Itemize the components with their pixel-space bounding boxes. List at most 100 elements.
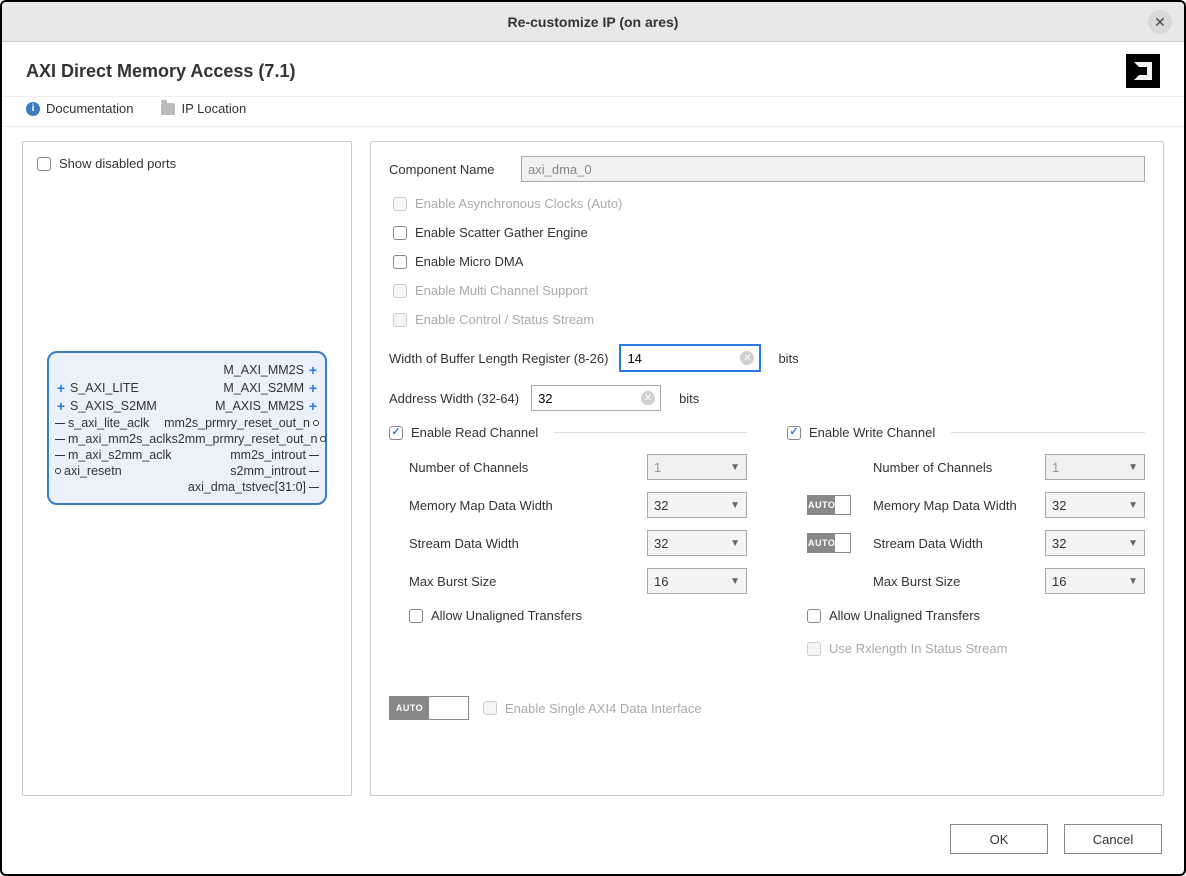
enable-sg-checkbox[interactable]: Enable Scatter Gather Engine xyxy=(393,225,1145,240)
write-allow-unaligned-checkbox[interactable]: Allow Unaligned Transfers xyxy=(807,608,1145,623)
plus-icon: + xyxy=(307,398,319,414)
body-row: Show disabled ports M_AXI_MM2S+ +S_AXI_L… xyxy=(2,127,1184,810)
close-icon: ✕ xyxy=(1154,14,1166,31)
port-axi-resetn: axi_resetn xyxy=(64,464,122,478)
port-dot-icon xyxy=(313,420,319,426)
show-disabled-ports-label: Show disabled ports xyxy=(59,156,176,171)
documentation-link[interactable]: i Documentation xyxy=(26,101,133,116)
read-stream-width-select[interactable]: 32▼ xyxy=(647,530,747,556)
cancel-button[interactable]: Cancel xyxy=(1064,824,1162,854)
port-s2mm-introut: s2mm_introut xyxy=(230,464,306,478)
links-row: i Documentation IP Location xyxy=(2,96,1184,127)
enable-write-channel-checkbox[interactable]: Enable Write Channel xyxy=(787,425,935,440)
enable-read-channel-checkbox[interactable]: Enable Read Channel xyxy=(389,425,538,440)
write-channel-fieldset: Enable Write Channel Number of Channels … xyxy=(787,425,1145,656)
folder-icon xyxy=(161,103,175,115)
port-m-axis-mm2s: M_AXIS_MM2S xyxy=(215,399,304,413)
checkbox-icon xyxy=(483,701,497,715)
enable-ctrl-status-checkbox: Enable Control / Status Stream xyxy=(393,312,1145,327)
clear-icon[interactable]: ✕ xyxy=(641,391,655,405)
enable-async-clocks-label: Enable Asynchronous Clocks (Auto) xyxy=(415,196,622,211)
write-stream-width-select[interactable]: 32▼ xyxy=(1045,530,1145,556)
auto-toggle[interactable]: AUTO xyxy=(807,495,851,515)
checkbox-checked-icon xyxy=(389,426,403,440)
write-mm-width-select[interactable]: 32▼ xyxy=(1045,492,1145,518)
chevron-down-icon: ▼ xyxy=(1128,538,1138,549)
page-title: AXI Direct Memory Access (7.1) xyxy=(26,61,295,82)
checkbox-icon xyxy=(393,255,407,269)
component-name-row: Component Name xyxy=(389,156,1145,182)
write-num-channels-select[interactable]: 1▼ xyxy=(1045,454,1145,480)
checkbox-checked-icon xyxy=(787,426,801,440)
read-burst-select[interactable]: 16▼ xyxy=(647,568,747,594)
address-width-row: Address Width (32-64) ✕ bits xyxy=(389,385,1145,411)
channels-row: Enable Read Channel Number of Channels 1… xyxy=(389,425,1145,666)
buffer-length-input[interactable] xyxy=(620,345,760,371)
write-burst-label: Max Burst Size xyxy=(873,574,1027,589)
component-name-input[interactable] xyxy=(521,156,1145,182)
auto-toggle[interactable]: AUTO xyxy=(807,533,851,553)
port-dash-icon xyxy=(55,439,65,440)
port-m-axi-s2mm: M_AXI_S2MM xyxy=(223,381,304,395)
port-dash-icon xyxy=(55,423,65,424)
info-icon: i xyxy=(26,102,40,116)
read-burst-label: Max Burst Size xyxy=(409,574,629,589)
port-dash-icon xyxy=(309,455,319,456)
read-channel-fieldset: Enable Read Channel Number of Channels 1… xyxy=(389,425,747,656)
options-column: Enable Asynchronous Clocks (Auto) Enable… xyxy=(393,196,1145,327)
ip-block-diagram: M_AXI_MM2S+ +S_AXI_LITE M_AXI_S2MM+ +S_A… xyxy=(47,351,327,505)
ip-location-link[interactable]: IP Location xyxy=(161,101,246,116)
enable-async-clocks-checkbox: Enable Asynchronous Clocks (Auto) xyxy=(393,196,1145,211)
enable-micro-dma-checkbox[interactable]: Enable Micro DMA xyxy=(393,254,1145,269)
block-diagram-panel: Show disabled ports M_AXI_MM2S+ +S_AXI_L… xyxy=(22,141,352,796)
checkbox-icon xyxy=(393,284,407,298)
port-s2mm-prmry-reset: s2mm_prmry_reset_out_n xyxy=(172,432,318,446)
read-mm-width-select[interactable]: 32▼ xyxy=(647,492,747,518)
bits-unit: bits xyxy=(778,351,798,366)
clear-icon[interactable]: ✕ xyxy=(740,351,754,365)
checkbox-icon xyxy=(393,226,407,240)
read-num-channels-select[interactable]: 1▼ xyxy=(647,454,747,480)
close-button[interactable]: ✕ xyxy=(1148,10,1172,34)
port-dash-icon xyxy=(309,471,319,472)
plus-icon: + xyxy=(55,380,67,396)
read-num-channels-label: Number of Channels xyxy=(409,460,629,475)
enable-sg-label: Enable Scatter Gather Engine xyxy=(415,225,588,240)
header-row: AXI Direct Memory Access (7.1) xyxy=(2,42,1184,96)
enable-single-axi4-label: Enable Single AXI4 Data Interface xyxy=(505,701,702,716)
port-mm2s-introut: mm2s_introut xyxy=(230,448,306,462)
show-disabled-ports-checkbox[interactable]: Show disabled ports xyxy=(37,156,337,171)
write-num-channels-label: Number of Channels xyxy=(873,460,1027,475)
single-axi4-row: AUTO Enable Single AXI4 Data Interface xyxy=(389,696,1145,720)
use-rxlength-checkbox: Use Rxlength In Status Stream xyxy=(807,641,1145,656)
enable-write-channel-label: Enable Write Channel xyxy=(809,425,935,440)
port-m-axi-s2mm-aclk: m_axi_s2mm_aclk xyxy=(68,448,172,462)
read-stream-width-label: Stream Data Width xyxy=(409,536,629,551)
write-stream-width-label: Stream Data Width xyxy=(873,536,1027,551)
port-m-axi-mm2s-aclk: m_axi_mm2s_aclk xyxy=(68,432,172,446)
ok-button[interactable]: OK xyxy=(950,824,1048,854)
checkbox-icon xyxy=(807,609,821,623)
dialog-footer: OK Cancel xyxy=(2,810,1184,874)
port-m-axi-mm2s: M_AXI_MM2S xyxy=(223,363,304,377)
read-allow-unaligned-checkbox[interactable]: Allow Unaligned Transfers xyxy=(409,608,747,623)
enable-single-axi4-checkbox: Enable Single AXI4 Data Interface xyxy=(483,701,702,716)
ip-location-label: IP Location xyxy=(181,101,246,116)
bits-unit: bits xyxy=(679,391,699,406)
auto-toggle[interactable]: AUTO xyxy=(389,696,469,720)
chevron-down-icon: ▼ xyxy=(730,462,740,473)
read-mm-width-label: Memory Map Data Width xyxy=(409,498,629,513)
port-s-axis-s2mm: S_AXIS_S2MM xyxy=(70,399,157,413)
ip-block[interactable]: M_AXI_MM2S+ +S_AXI_LITE M_AXI_S2MM+ +S_A… xyxy=(47,351,327,505)
write-burst-select[interactable]: 16▼ xyxy=(1045,568,1145,594)
enable-multi-channel-label: Enable Multi Channel Support xyxy=(415,283,588,298)
chevron-down-icon: ▼ xyxy=(730,500,740,511)
chevron-down-icon: ▼ xyxy=(730,576,740,587)
port-axi-dma-tstvec: axi_dma_tstvec[31:0] xyxy=(188,480,306,494)
enable-ctrl-status-label: Enable Control / Status Stream xyxy=(415,312,594,327)
port-s-axi-lite: S_AXI_LITE xyxy=(70,381,139,395)
address-width-label: Address Width (32-64) xyxy=(389,391,519,406)
window-title: Re-customize IP (on ares) xyxy=(508,14,679,30)
config-panel: Component Name Enable Asynchronous Clock… xyxy=(370,141,1164,796)
documentation-label: Documentation xyxy=(46,101,133,116)
